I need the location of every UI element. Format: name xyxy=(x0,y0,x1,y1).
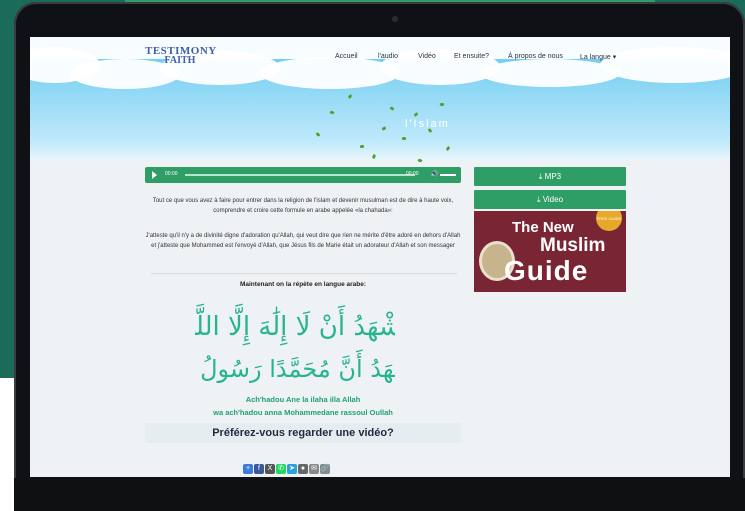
link-icon[interactable]: 🔗 xyxy=(320,464,330,474)
share-bar: + f X ✆ ➤ ● ✉ 🔗 xyxy=(243,464,330,474)
nav-audio[interactable]: l'audio xyxy=(378,53,398,60)
logo-line-2: FAITH xyxy=(164,55,196,66)
arabic-calligraphy: أَشْهَدُ أَنْ لَا إِلَٰهَ إِلَّا اللَّهُ… xyxy=(195,302,395,383)
telegram-icon[interactable]: ➤ xyxy=(287,464,297,474)
divider xyxy=(151,273,457,274)
nav-language-dropdown[interactable]: La langue ▾ xyxy=(580,53,616,61)
nav-video[interactable]: Vidéo xyxy=(418,53,436,60)
site-logo[interactable]: TESTIMONY FAITH xyxy=(145,46,216,66)
player-duration: 00:00 xyxy=(406,171,419,177)
repeat-label: Maintenant on la répète en langue arabe: xyxy=(239,281,367,288)
whatsapp-icon[interactable]: ✆ xyxy=(276,464,286,474)
svg-text:أَشْهَدُ أَنْ لَا إِلَٰهَ إِلَ: أَشْهَدُ أَنْ لَا إِلَٰهَ إِلَّا اللَّهُ xyxy=(195,302,395,346)
player-progress-bar[interactable] xyxy=(185,174,415,176)
video-download-button[interactable]: ⤓ Video xyxy=(474,190,626,209)
svg-text:وَأَشْهَدُ أَنَّ مُحَمَّدًا رَ: وَأَشْهَدُ أَنَّ مُحَمَّدًا رَسُولُ اللَ… xyxy=(195,348,395,383)
nav-accueil[interactable]: Accueil xyxy=(335,53,358,60)
add-share-icon[interactable]: + xyxy=(243,464,253,474)
volume-icon[interactable]: 🔊 xyxy=(430,170,439,178)
video-prompt-heading: Préférez-vous regarder une vidéo? xyxy=(145,423,461,443)
audio-player[interactable]: 00:00 00:00 🔊 xyxy=(145,167,461,183)
email-icon[interactable]: ✉ xyxy=(309,464,319,474)
nav-next[interactable]: Et ensuite? xyxy=(454,53,489,60)
guide-title-line-3: Guide xyxy=(504,255,589,286)
mp3-download-button[interactable]: ⤓ MP3 xyxy=(474,167,626,186)
x-icon[interactable]: X xyxy=(265,464,275,474)
player-current-time: 00:00 xyxy=(165,171,178,177)
hero-title: l'Islam xyxy=(405,118,450,130)
transliteration-line-1: Ach'hadou Ane la ilaha illa Allah xyxy=(245,395,361,404)
camera-icon xyxy=(392,16,398,22)
guide-title-line-1: The New xyxy=(512,219,574,236)
browser-screen: TESTIMONY FAITH Accueil l'audio Vidéo Et… xyxy=(30,37,730,477)
volume-slider[interactable] xyxy=(440,174,456,176)
testimony-paragraph: J'atteste qu'il n'y a de divinité digne … xyxy=(145,233,461,249)
free-guide-badge: FREE GUIDE xyxy=(596,211,622,231)
guide-title-line-2: Muslim xyxy=(540,235,606,256)
nav-about[interactable]: À propos de nous xyxy=(508,53,563,60)
facebook-icon[interactable]: f xyxy=(254,464,264,474)
new-muslim-guide-banner[interactable]: The New Muslim Guide FREE GUIDE xyxy=(474,211,626,292)
transliteration-line-2: wa ach'hadou anna Mohammedane rassoul Ou… xyxy=(213,408,393,417)
laptop-bottom-bezel xyxy=(14,478,745,511)
play-icon[interactable] xyxy=(152,171,157,179)
intro-paragraph: Tout ce que vous avez à faire pour entre… xyxy=(152,198,454,214)
snapchat-icon[interactable]: ● xyxy=(298,464,308,474)
